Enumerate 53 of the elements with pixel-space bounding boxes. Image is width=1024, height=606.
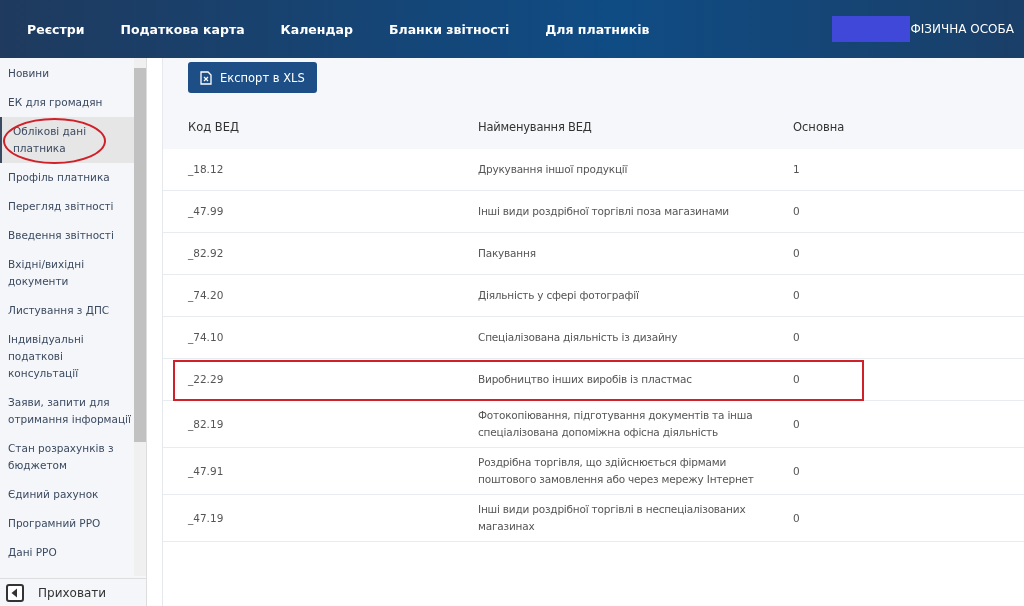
table-cell-text: _82.19 (187, 416, 225, 433)
table-cell-text: _22.29 (187, 372, 225, 388)
table-cell-text: Роздрібна торгівля, що здійснюється фірмами поштового замовлення або через мережу Інтернет (478, 455, 755, 487)
table-cell-text: Інші види роздрібної торгівлі поза магазинами (478, 204, 730, 219)
sidebar-item[interactable]: Новини (0, 59, 135, 88)
table-cell-text: 1 (793, 162, 801, 177)
nav-link[interactable]: Для платників (545, 21, 650, 37)
table-cell-text: 0 (793, 510, 801, 526)
table-cell-text: 0 (793, 246, 801, 261)
sidebar-item[interactable]: Індивідуальні податкові консультації (0, 325, 135, 388)
sidebar-item[interactable]: Стан розрахунків з бюджетом (0, 434, 135, 480)
nav-link[interactable]: Реєстри (27, 21, 85, 37)
column-header: Найменування ВЕД (478, 119, 593, 134)
nav-link[interactable]: Бланки звітності (388, 21, 510, 37)
table-cell-text: _47.19 (187, 510, 225, 527)
sidebar-item[interactable]: Облікові дані платника (0, 117, 135, 163)
table-cell-text: _47.99 (187, 204, 225, 220)
sidebar-item[interactable]: Перегляд звітності (0, 192, 135, 221)
table-cell-text: _47.91 (187, 463, 225, 480)
excel-file-icon (200, 70, 212, 85)
nav-link[interactable]: Календар (280, 21, 353, 37)
sidebar-item[interactable]: Єдиний рахунок (0, 480, 135, 509)
sidebar-item[interactable]: Профіль платника (0, 163, 135, 192)
table-cell-text: 0 (793, 416, 801, 432)
sidebar-item[interactable]: Заяви, запити для отримання інформації (0, 388, 135, 434)
table-cell-text: Діяльність у сфері фотографії (478, 288, 640, 303)
table-cell-text: Пакування (478, 246, 537, 261)
sidebar-item[interactable]: Програмний РРО (0, 509, 135, 538)
table-cell-text: Виробництво інших виробів із пластмас (478, 372, 693, 387)
table-cell-text: Друкування іншої продукції (478, 162, 629, 177)
sidebar-item[interactable]: Вхідні/вихідні документи (0, 250, 135, 296)
sidebar-item[interactable]: Введення звітності (0, 221, 135, 250)
table-cell-text: _82.92 (187, 246, 225, 262)
table-cell-text: _74.10 (187, 330, 225, 346)
export-button[interactable]: Експорт в XLS (188, 62, 317, 93)
sidebar-item[interactable]: Дані РРО (0, 538, 135, 567)
user-type-label: ФІЗИЧНА ОСОБА (910, 22, 1014, 36)
table-cell-text: Фотокопіювання, підготування документів та інша спеціалізована допоміжна офісна діяльність (478, 408, 754, 440)
table-cell-text: 0 (793, 330, 801, 345)
scrollbar[interactable] (134, 58, 146, 576)
table-cell-text: 0 (793, 204, 801, 219)
sidebar-item[interactable]: ЕК для громадян (0, 88, 135, 117)
column-header: Основна (793, 119, 846, 134)
table-cell-text: _74.20 (187, 288, 225, 304)
table-cell-text: _18.12 (187, 162, 225, 178)
table-cell-text: 0 (793, 288, 801, 303)
table-cell-text: 0 (793, 463, 801, 479)
table-cell-text: Спеціалізована діяльність із дизайну (478, 330, 679, 345)
table-cell-text: Інші види роздрібної торгівлі в неспеціалізованих магазинах (478, 502, 747, 534)
sidebar-item[interactable]: Листування з ДПС (0, 296, 135, 325)
table-cell-text: 0 (793, 372, 801, 387)
column-header: Код ВЕД (187, 119, 240, 134)
nav-link[interactable]: Податкова карта (120, 21, 245, 37)
